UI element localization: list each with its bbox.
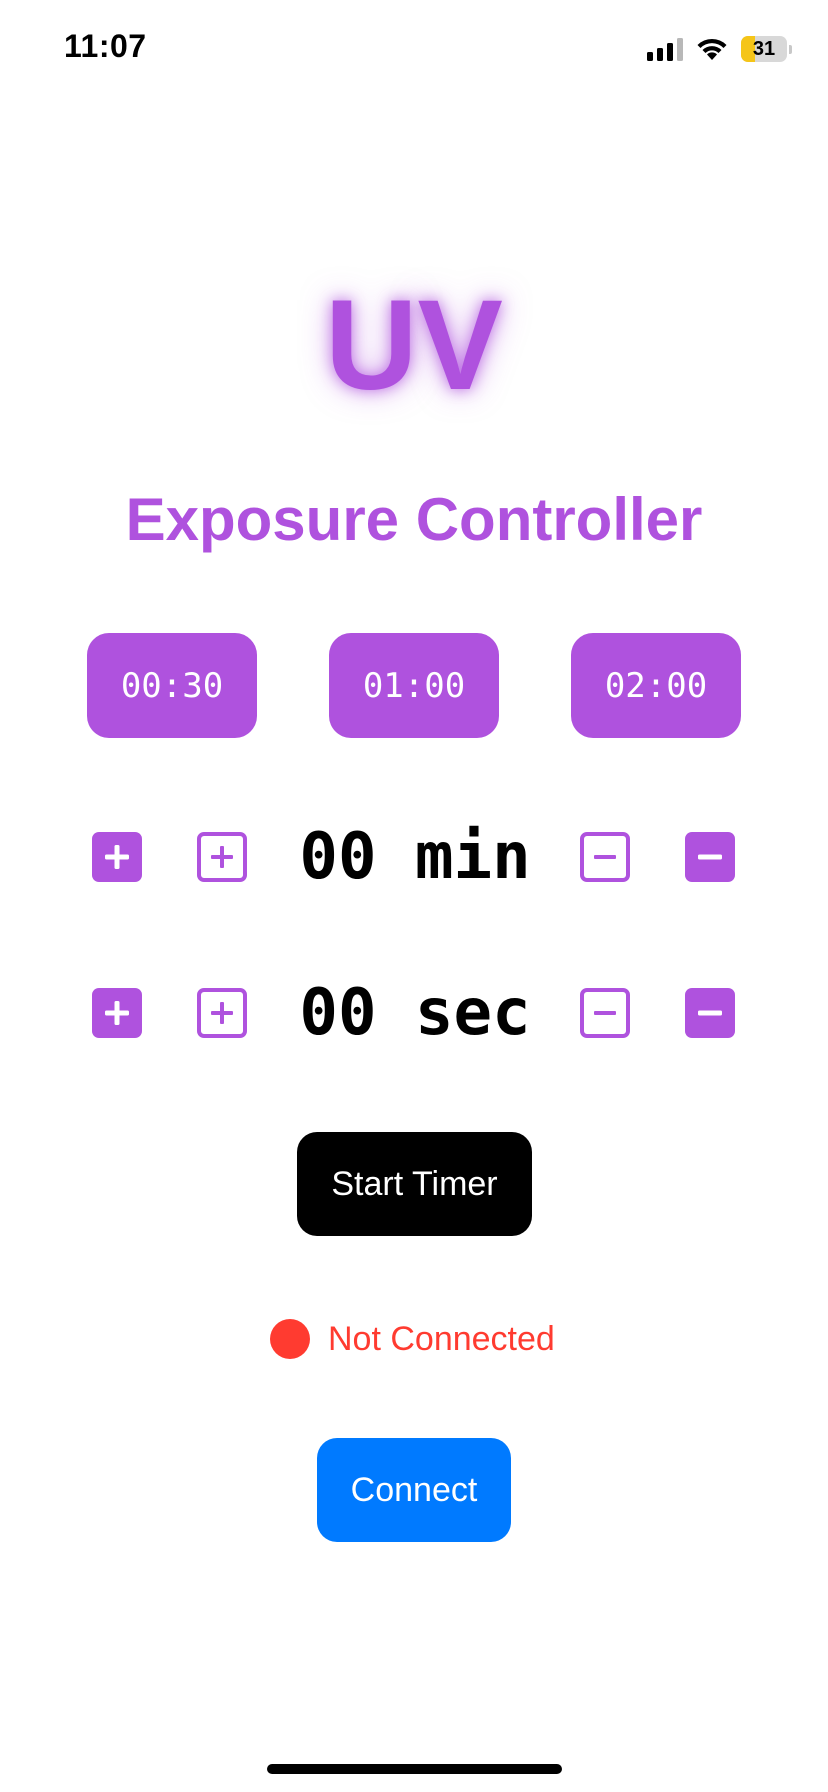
- cellular-signal-icon: [647, 37, 683, 61]
- battery-percent: 31: [752, 37, 776, 60]
- plus-filled-icon: [105, 845, 129, 869]
- minus-outline-icon: [594, 855, 616, 859]
- minutes-increase-button[interactable]: [197, 832, 247, 882]
- minutes-decrease-large-button[interactable]: [685, 832, 735, 882]
- preset-2min-button[interactable]: 02:00: [571, 633, 741, 738]
- wifi-icon: [697, 38, 727, 60]
- preset-1min-button[interactable]: 01:00: [329, 633, 499, 738]
- plus-filled-icon: [105, 1001, 129, 1025]
- minus-filled-icon: [698, 1010, 722, 1016]
- plus-outline-icon: [211, 1002, 233, 1024]
- battery-icon: 31: [741, 36, 792, 62]
- uv-logo-title: UV: [325, 274, 503, 417]
- minutes-display: 00 min: [299, 820, 531, 894]
- start-timer-button[interactable]: Start Timer: [297, 1132, 532, 1236]
- connect-button[interactable]: Connect: [317, 1438, 511, 1542]
- plus-outline-icon: [211, 846, 233, 868]
- page-subtitle: Exposure Controller: [125, 486, 703, 553]
- connection-status-text: Not Connected: [328, 1319, 555, 1358]
- connection-status: Not Connected: [270, 1318, 555, 1360]
- seconds-increase-large-button[interactable]: [92, 988, 142, 1038]
- minutes-increase-large-button[interactable]: [92, 832, 142, 882]
- preset-30s-button[interactable]: 00:30: [87, 633, 257, 738]
- home-indicator[interactable]: [267, 1764, 562, 1774]
- seconds-decrease-button[interactable]: [580, 988, 630, 1038]
- seconds-decrease-large-button[interactable]: [685, 988, 735, 1038]
- minus-outline-icon: [594, 1011, 616, 1015]
- status-dot-icon: [270, 1319, 310, 1359]
- status-indicators: 31: [647, 34, 792, 64]
- status-time: 11:07: [64, 28, 147, 64]
- seconds-increase-button[interactable]: [197, 988, 247, 1038]
- seconds-display: 00 sec: [299, 976, 531, 1050]
- app-screen: 11:07 31 UV Exposure Controller 00:30 01…: [0, 0, 828, 1792]
- minutes-decrease-button[interactable]: [580, 832, 630, 882]
- minus-filled-icon: [698, 854, 722, 860]
